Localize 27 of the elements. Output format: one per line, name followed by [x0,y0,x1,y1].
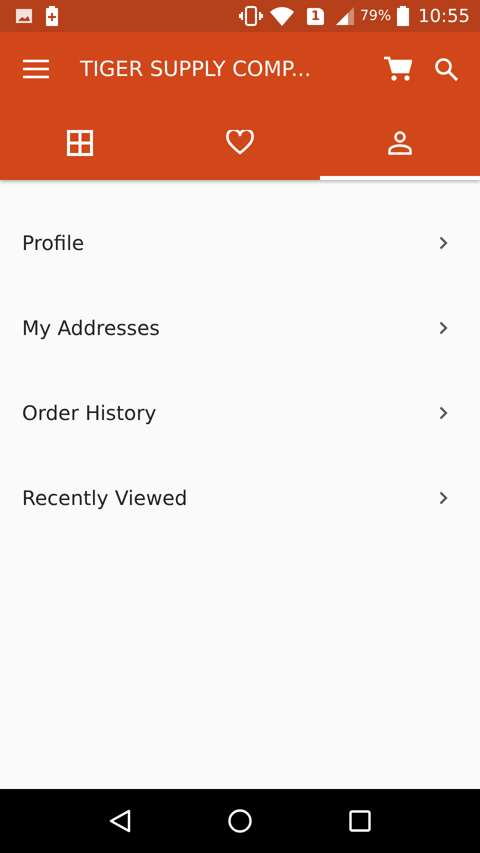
menu-item[interactable]: Order History [0,370,480,455]
back-icon [109,809,131,833]
search-icon [434,56,458,80]
chevron-right-icon [439,236,448,250]
chevron-right-icon [439,406,448,420]
battery-percentage: 79% [360,8,392,24]
grid-icon [67,130,93,156]
wifi-icon [268,6,295,26]
recents-icon [349,810,371,832]
menu-icon [23,58,49,78]
sim-card-label: 1 [306,8,324,24]
chevron-right-icon [439,490,448,504]
heart-icon [226,130,254,155]
image-icon [16,9,32,23]
person-icon [388,130,412,154]
battery-icon [397,6,410,26]
menu-item[interactable]: Profile [0,200,480,285]
vibrate-icon [238,6,263,26]
signal-icon [336,7,354,25]
cart-icon [384,56,412,82]
menu-item[interactable]: My Addresses [0,285,480,370]
battery-charging-icon [46,6,58,26]
home-icon [228,809,252,833]
menu-item[interactable]: Recently Viewed [0,455,480,540]
app-title: TIGER SUPPLY COMP... [79,56,312,80]
chevron-right-icon [439,320,448,334]
clock-time: 10:55 [418,6,470,26]
